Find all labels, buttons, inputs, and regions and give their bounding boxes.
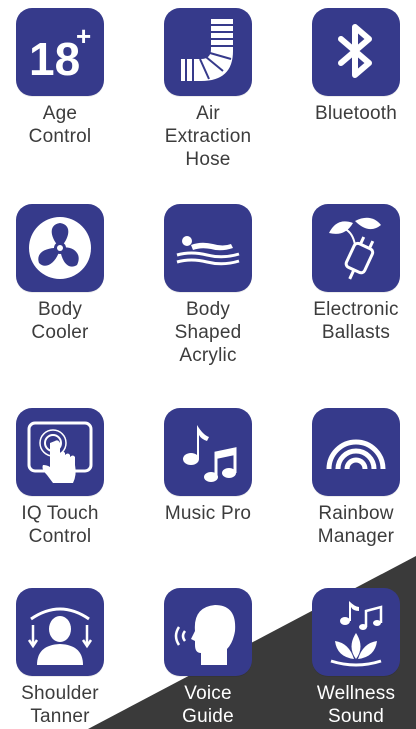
wellness-sound-tile[interactable] <box>312 588 400 676</box>
feature-voice-guide[interactable]: Voice Guide <box>148 588 268 728</box>
rainbow-icon <box>326 439 386 470</box>
feature-label: Wellness Sound <box>316 683 396 727</box>
age-control-tile[interactable]: 18 + <box>16 8 104 96</box>
feature-rainbow-manager[interactable]: Rainbow Manager <box>296 408 416 548</box>
feature-air-extraction-hose[interactable]: Air Extraction Hose <box>148 8 268 171</box>
shoulder-person-icon <box>27 607 93 665</box>
fan-icon <box>29 217 91 279</box>
speaking-head-icon <box>174 605 236 665</box>
body-shaped-acrylic-tile[interactable] <box>164 204 252 292</box>
feature-wellness-sound[interactable]: Wellness Sound <box>296 588 416 728</box>
lotus-music-icon <box>330 601 383 667</box>
feature-label: Shoulder Tanner <box>21 683 99 727</box>
feature-music-pro[interactable]: Music Pro <box>148 408 268 525</box>
voice-guide-tile[interactable] <box>164 588 252 676</box>
feature-label: IQ Touch Control <box>21 503 99 547</box>
feature-label: Air Extraction Hose <box>164 103 252 170</box>
iq-touch-control-tile[interactable] <box>16 408 104 496</box>
feature-label: Rainbow Manager <box>317 503 395 547</box>
feature-shoulder-tanner[interactable]: Shoulder Tanner <box>0 588 120 728</box>
eco-plug-icon <box>329 217 381 280</box>
feature-label: Age Control <box>28 103 92 147</box>
body-cooler-tile[interactable] <box>16 204 104 292</box>
reclining-body-icon <box>176 236 240 266</box>
feature-electronic-ballasts[interactable]: Electronic Ballasts <box>296 204 416 344</box>
music-notes-icon <box>183 425 237 482</box>
feature-label: Electronic Ballasts <box>313 299 399 343</box>
feature-label: Body Cooler <box>31 299 89 343</box>
feature-body-shaped-acrylic[interactable]: Body Shaped Acrylic <box>148 204 268 367</box>
svg-text:+: + <box>76 21 91 51</box>
feature-label: Music Pro <box>164 503 252 524</box>
bluetooth-tile[interactable] <box>312 8 400 96</box>
eighteen-plus-icon: 18 + <box>29 21 91 85</box>
electronic-ballasts-tile[interactable] <box>312 204 400 292</box>
feature-grid: 18 + Age Control Air Extraction Hose Blu… <box>0 0 416 729</box>
feature-iq-touch-control[interactable]: IQ Touch Control <box>0 408 120 548</box>
touch-screen-icon <box>27 421 93 483</box>
bluetooth-icon <box>338 24 372 78</box>
air-extraction-hose-tile[interactable] <box>164 8 252 96</box>
hose-icon <box>181 19 233 81</box>
feature-label: Voice Guide <box>182 683 234 727</box>
feature-label: Body Shaped Acrylic <box>174 299 242 366</box>
music-pro-tile[interactable] <box>164 408 252 496</box>
feature-label: Bluetooth <box>314 103 398 124</box>
feature-age-control[interactable]: 18 + Age Control <box>0 8 120 148</box>
rainbow-manager-tile[interactable] <box>312 408 400 496</box>
shoulder-tanner-tile[interactable] <box>16 588 104 676</box>
feature-bluetooth[interactable]: Bluetooth <box>296 8 416 125</box>
svg-text:18: 18 <box>29 33 80 85</box>
feature-body-cooler[interactable]: Body Cooler <box>0 204 120 344</box>
